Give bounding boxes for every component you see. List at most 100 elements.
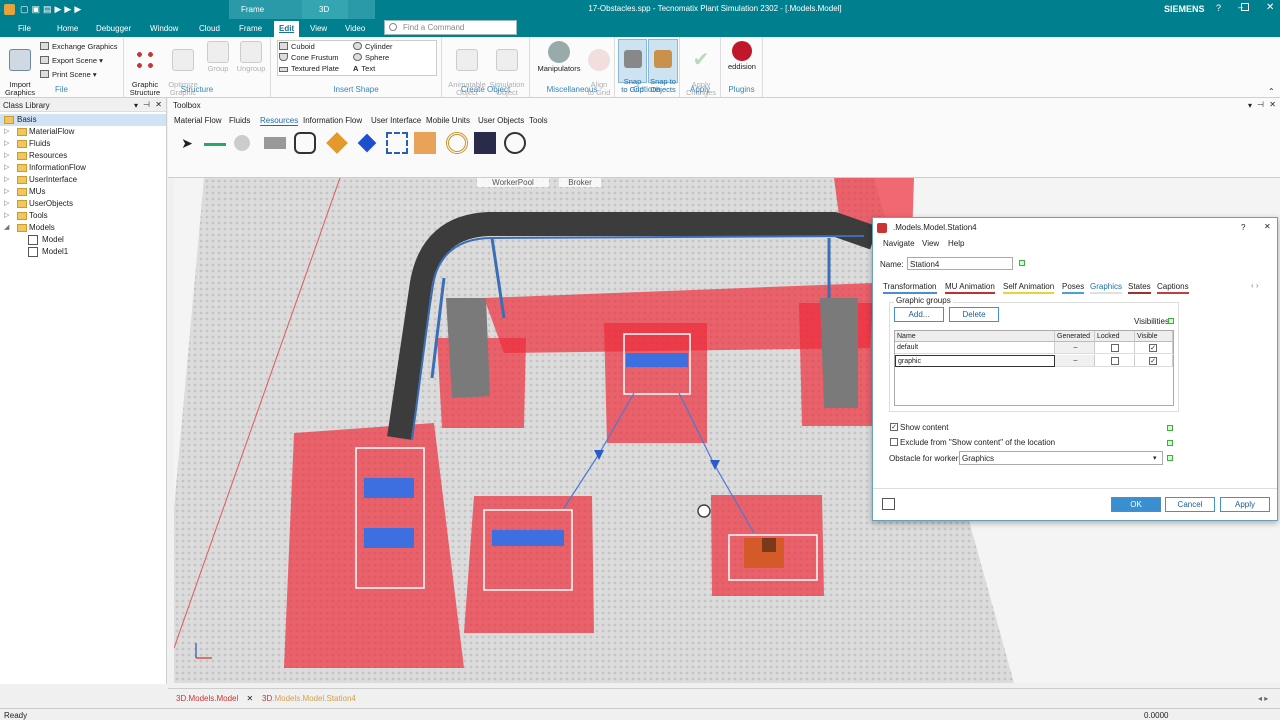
tree-item-model1[interactable]: Model1: [0, 246, 166, 258]
tab-self-animation[interactable]: Self Animation: [1003, 282, 1055, 294]
toolbox-tab-user-interface[interactable]: User Interface: [371, 116, 421, 125]
toolbox-tab-tools[interactable]: Tools: [529, 116, 548, 125]
toolbox-tab-user-objects[interactable]: User Objects: [478, 116, 524, 125]
doc-tab-station4[interactable]: 3D.Models.Model.Station4: [262, 694, 356, 703]
toolbox-tab-mobile-units[interactable]: Mobile Units: [426, 116, 470, 125]
expand-arrow-icon[interactable]: ▷: [4, 186, 9, 198]
apply-button[interactable]: Apply: [1220, 497, 1270, 512]
doc-tabs-scroll-icon[interactable]: ◂ ▸: [1258, 694, 1268, 703]
ok-button[interactable]: OK: [1111, 497, 1161, 512]
cancel-button[interactable]: Cancel: [1165, 497, 1215, 512]
tree-item-tools[interactable]: ▷ Tools: [0, 210, 166, 222]
cuboid-button[interactable]: Cuboid: [279, 42, 315, 51]
export-scene-button[interactable]: Export Scene ▾: [40, 56, 103, 65]
visible-checkbox[interactable]: ✓: [1149, 357, 1157, 365]
tab-frame[interactable]: Frame: [239, 24, 262, 33]
workplace-icon[interactable]: [357, 133, 377, 153]
expand-arrow-icon[interactable]: ◢: [4, 222, 9, 234]
maximize-icon[interactable]: [1241, 3, 1249, 11]
expand-arrow-icon[interactable]: ▷: [4, 126, 9, 138]
print-scene-button[interactable]: Print Scene ▾: [40, 70, 97, 79]
snap-to-grid-button[interactable]: Snap to Grid: [618, 39, 647, 94]
snap-to-objects-button[interactable]: Snap to Objects: [648, 39, 678, 94]
name-inherit-icon[interactable]: [1019, 260, 1025, 266]
tree-item-userobjects[interactable]: ▷ UserObjects: [0, 198, 166, 210]
obstacle-icon[interactable]: [386, 132, 408, 154]
inherit-icon[interactable]: [1168, 318, 1174, 324]
toolbox-tab-information-flow[interactable]: Information Flow: [303, 116, 362, 125]
shift-calendar-icon[interactable]: [446, 132, 468, 154]
delete-button[interactable]: Delete: [949, 307, 999, 322]
expand-arrow-icon[interactable]: ▷: [4, 210, 9, 222]
dialog-close-icon[interactable]: ✕: [1264, 222, 1271, 231]
tab-states[interactable]: States: [1128, 282, 1151, 294]
table-cell-name[interactable]: default: [895, 342, 1055, 354]
tab-window[interactable]: Window: [150, 24, 178, 33]
exclude-checkbox[interactable]: [890, 438, 898, 446]
add-button[interactable]: Add...: [894, 307, 944, 322]
locked-checkbox[interactable]: [1111, 357, 1119, 365]
help-icon[interactable]: ?: [1216, 3, 1221, 13]
pin-icon[interactable]: ⊣: [143, 100, 150, 109]
menu-view[interactable]: View: [922, 239, 939, 248]
tab-home[interactable]: Home: [57, 24, 78, 33]
expand-arrow-icon[interactable]: ▷: [4, 138, 9, 150]
pane-close-icon[interactable]: ✕: [155, 100, 162, 109]
doc-tab-close-icon[interactable]: ✕: [247, 694, 254, 703]
ungroup-button[interactable]: Ungroup: [234, 41, 268, 73]
cylinder-button[interactable]: Cylinder: [353, 42, 393, 51]
tab-edit[interactable]: Edit: [274, 21, 300, 37]
expand-arrow-icon[interactable]: ▷: [4, 174, 9, 186]
tree-item-mus[interactable]: ▷ MUs: [0, 186, 166, 198]
tab-cloud[interactable]: Cloud: [199, 24, 220, 33]
toolbox-close-icon[interactable]: ✕: [1269, 100, 1276, 109]
toolbox-tab-material-flow[interactable]: Material Flow: [174, 116, 222, 125]
col-generated[interactable]: Generated: [1055, 331, 1095, 342]
connector-icon[interactable]: [204, 143, 226, 146]
quick-access-toolbar[interactable]: ▢▣▤▶▶▶: [20, 4, 81, 15]
menu-navigate[interactable]: Navigate: [883, 239, 915, 248]
show-content-checkbox[interactable]: ✓: [890, 423, 898, 431]
importer-icon[interactable]: [474, 132, 496, 154]
toolbox-tab-resources[interactable]: Resources: [260, 116, 299, 126]
find-command-input[interactable]: Find a Command: [384, 20, 517, 35]
tab-poses[interactable]: Poses: [1062, 282, 1085, 294]
table-cell-name[interactable]: graphic: [895, 355, 1055, 367]
notes-icon[interactable]: [882, 498, 895, 510]
tree-item-userinterface[interactable]: ▷ UserInterface: [0, 174, 166, 186]
collapse-ribbon-icon[interactable]: ⌃: [1268, 87, 1275, 96]
text-button[interactable]: A Text: [353, 64, 375, 73]
doc-tab-model[interactable]: 3D.Models.Model ✕: [176, 694, 253, 703]
pointer-icon[interactable]: ➤: [176, 132, 198, 154]
name-input[interactable]: Station4: [907, 257, 1013, 270]
group-button[interactable]: Group: [204, 41, 232, 73]
chevron-down-icon[interactable]: ▾: [1153, 454, 1157, 462]
exporter-icon[interactable]: [414, 132, 436, 154]
worker-icon[interactable]: [294, 132, 316, 154]
footpath-icon[interactable]: [264, 137, 286, 149]
inherit-icon[interactable]: [1167, 455, 1173, 461]
dialog-help-icon[interactable]: ?: [1241, 223, 1245, 232]
tab-debugger[interactable]: Debugger: [96, 24, 131, 33]
workerpool-icon[interactable]: [234, 135, 250, 151]
tab-captions[interactable]: Captions: [1157, 282, 1189, 294]
locked-checkbox[interactable]: [1111, 344, 1119, 352]
col-visible[interactable]: Visible: [1135, 331, 1173, 342]
expand-arrow-icon[interactable]: ▷: [4, 162, 9, 174]
exchange-graphics-button[interactable]: Exchange Graphics: [40, 42, 117, 51]
col-name[interactable]: Name: [895, 331, 1055, 342]
tree-item-resources[interactable]: ▷ Resources: [0, 150, 166, 162]
pane-menu-icon[interactable]: ▾: [134, 101, 138, 110]
tab-transformation[interactable]: Transformation: [883, 282, 937, 294]
close-icon[interactable]: ✕: [1266, 2, 1274, 13]
tab-view[interactable]: View: [310, 24, 327, 33]
tree-item-model[interactable]: Model: [0, 234, 166, 246]
obstacle-select[interactable]: Graphics: [959, 451, 1163, 465]
menu-help[interactable]: Help: [948, 239, 964, 248]
cone-frustum-button[interactable]: Cone Frustum: [279, 53, 339, 62]
tab-graphics[interactable]: Graphics: [1090, 282, 1123, 294]
toolbox-tab-fluids[interactable]: Fluids: [229, 116, 250, 125]
tree-item-informationflow[interactable]: ▷ InformationFlow: [0, 162, 166, 174]
tab-mu-animation[interactable]: MU Animation: [945, 282, 995, 294]
toolbox-pin-icon[interactable]: ⊣: [1257, 100, 1264, 109]
